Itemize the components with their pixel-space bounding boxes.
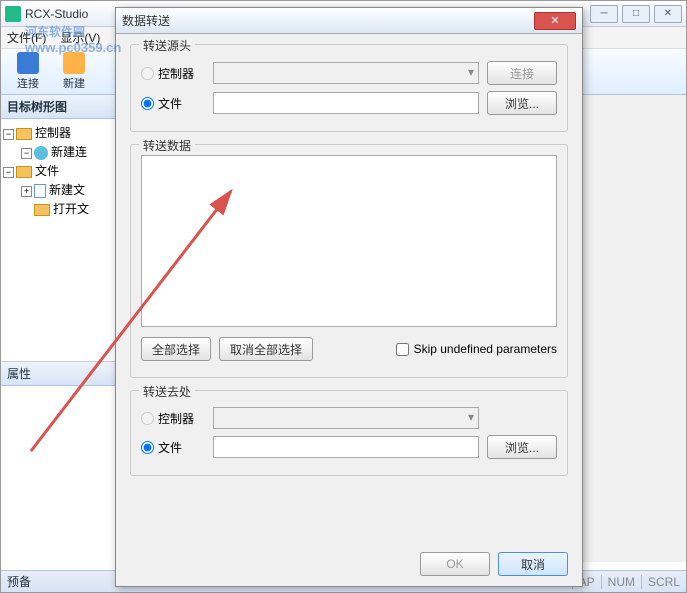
source-group-label: 转送源头 <box>139 37 195 54</box>
ribbon-connect[interactable]: 连接 <box>7 51 49 93</box>
collapse-icon[interactable]: − <box>3 129 14 140</box>
deselect-all-button[interactable]: 取消全部选择 <box>219 337 313 361</box>
close-button[interactable]: ✕ <box>654 5 682 23</box>
dest-controller-row: 控制器 <box>141 407 557 429</box>
folder-icon <box>16 166 32 178</box>
dest-controller-combo[interactable] <box>213 407 479 429</box>
folder-icon <box>16 128 32 140</box>
ribbon-new[interactable]: 新建 <box>53 51 95 93</box>
data-group-label: 转送数据 <box>139 137 195 154</box>
skip-undefined-checkbox[interactable]: Skip undefined parameters <box>396 342 557 356</box>
source-file-input[interactable] <box>213 92 479 114</box>
source-browse-button[interactable]: 浏览... <box>487 91 557 115</box>
source-file-radio[interactable]: 文件 <box>141 95 205 112</box>
status-indicators: AP NUM SCRL <box>572 575 680 589</box>
dest-controller-radio[interactable]: 控制器 <box>141 410 205 427</box>
status-scrl: SCRL <box>641 575 680 589</box>
controller-icon <box>34 146 48 160</box>
source-controller-radio[interactable]: 控制器 <box>141 65 205 82</box>
properties-label: 属性 <box>7 365 31 382</box>
menu-view[interactable]: 显示(V) <box>60 29 100 46</box>
dialog-close-button[interactable]: ✕ <box>534 12 576 30</box>
dest-controller-radio-input <box>141 412 154 425</box>
ribbon-new-label: 新建 <box>63 75 85 91</box>
dest-file-radio[interactable]: 文件 <box>141 439 205 456</box>
dest-group-label: 转送去处 <box>139 383 195 400</box>
dialog-title: 数据转送 <box>122 12 534 29</box>
app-icon <box>5 6 21 22</box>
dialog-titlebar[interactable]: 数据转送 ✕ <box>116 8 582 34</box>
dest-file-input[interactable] <box>213 436 479 458</box>
data-group: 转送数据 全部选择 取消全部选择 Skip undefined paramete… <box>130 144 568 378</box>
file-icon <box>34 184 46 198</box>
collapse-icon[interactable]: − <box>21 148 32 159</box>
skip-undefined-input[interactable] <box>396 343 409 356</box>
collapse-icon[interactable]: − <box>3 167 14 178</box>
source-controller-row: 控制器 连接 <box>141 61 557 85</box>
window-buttons: ─ □ ✕ <box>590 5 682 23</box>
dest-browse-button[interactable]: 浏览... <box>487 435 557 459</box>
source-controller-combo[interactable] <box>213 62 479 84</box>
ok-button[interactable]: OK <box>420 552 490 576</box>
source-file-row: 文件 浏览... <box>141 91 557 115</box>
ribbon-connect-label: 连接 <box>17 75 39 91</box>
menu-file[interactable]: 文件(F) <box>7 29 46 46</box>
dest-file-row: 文件 浏览... <box>141 435 557 459</box>
data-transfer-dialog: 数据转送 ✕ 转送源头 控制器 连接 文件 浏览... 转送数据 全部选择 取消… <box>115 7 583 587</box>
source-connect-button[interactable]: 连接 <box>487 61 557 85</box>
dest-group: 转送去处 控制器 文件 浏览... <box>130 390 568 476</box>
dialog-footer: OK 取消 <box>420 552 568 576</box>
status-num: NUM <box>601 575 635 589</box>
source-file-radio-input[interactable] <box>141 97 154 110</box>
connect-icon <box>17 52 39 74</box>
dialog-body: 转送源头 控制器 连接 文件 浏览... 转送数据 全部选择 取消全部选择 Sk… <box>116 34 582 498</box>
folder-icon <box>34 204 50 216</box>
source-controller-radio-input <box>141 67 154 80</box>
data-buttons-row: 全部选择 取消全部选择 Skip undefined parameters <box>141 337 557 361</box>
expand-icon[interactable]: + <box>21 186 32 197</box>
data-listbox[interactable] <box>141 155 557 327</box>
select-all-button[interactable]: 全部选择 <box>141 337 211 361</box>
dest-file-radio-input[interactable] <box>141 441 154 454</box>
cancel-button[interactable]: 取消 <box>498 552 568 576</box>
minimize-button[interactable]: ─ <box>590 5 618 23</box>
new-icon <box>63 52 85 74</box>
maximize-button[interactable]: □ <box>622 5 650 23</box>
source-group: 转送源头 控制器 连接 文件 浏览... <box>130 44 568 132</box>
status-ready: 预备 <box>7 573 31 590</box>
